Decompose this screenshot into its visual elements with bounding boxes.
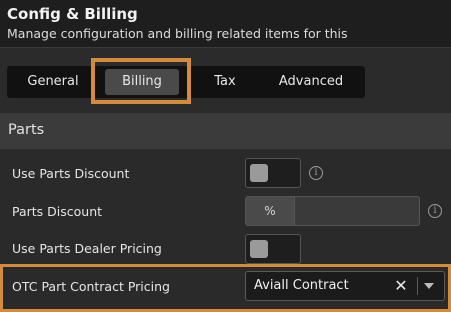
select-separator bbox=[417, 277, 418, 295]
tab-billing-label: Billing bbox=[105, 69, 179, 95]
page-header: Config & Billing Manage configuration an… bbox=[0, 0, 451, 48]
use-parts-dealer-pricing-label: Use Parts Dealer Pricing bbox=[12, 241, 162, 256]
chevron-down-icon[interactable] bbox=[424, 283, 434, 289]
otc-part-contract-pricing-select[interactable]: Aviall Contract ✕ bbox=[245, 271, 445, 301]
info-icon[interactable]: i bbox=[309, 166, 323, 180]
toggle-knob bbox=[250, 240, 268, 258]
section-title: Parts bbox=[8, 122, 45, 138]
use-parts-dealer-pricing-toggle[interactable] bbox=[245, 234, 301, 264]
page-title: Config & Billing bbox=[7, 5, 138, 23]
tab-advanced[interactable]: Advanced bbox=[261, 66, 361, 98]
info-icon[interactable]: i bbox=[428, 204, 442, 218]
otc-part-contract-pricing-label: OTC Part Contract Pricing bbox=[12, 279, 170, 294]
tab-general[interactable]: General bbox=[7, 66, 99, 98]
tab-billing[interactable]: Billing bbox=[99, 66, 185, 98]
section-header-parts: Parts bbox=[0, 113, 451, 149]
tab-bar: General Billing Tax Advanced bbox=[7, 66, 365, 98]
parts-discount-label: Parts Discount bbox=[12, 204, 103, 219]
toggle-knob bbox=[250, 164, 268, 182]
use-parts-discount-label: Use Parts Discount bbox=[12, 166, 130, 181]
tab-tax[interactable]: Tax bbox=[193, 66, 257, 98]
tabs-area: General Billing Tax Advanced bbox=[0, 49, 451, 113]
percent-addon: % bbox=[246, 197, 295, 225]
select-value: Aviall Contract bbox=[254, 278, 349, 293]
close-icon[interactable]: ✕ bbox=[394, 275, 408, 297]
use-parts-discount-toggle[interactable] bbox=[245, 158, 301, 188]
page-subtitle: Manage configuration and billing related… bbox=[7, 26, 348, 41]
parts-discount-input[interactable]: % bbox=[245, 196, 420, 226]
